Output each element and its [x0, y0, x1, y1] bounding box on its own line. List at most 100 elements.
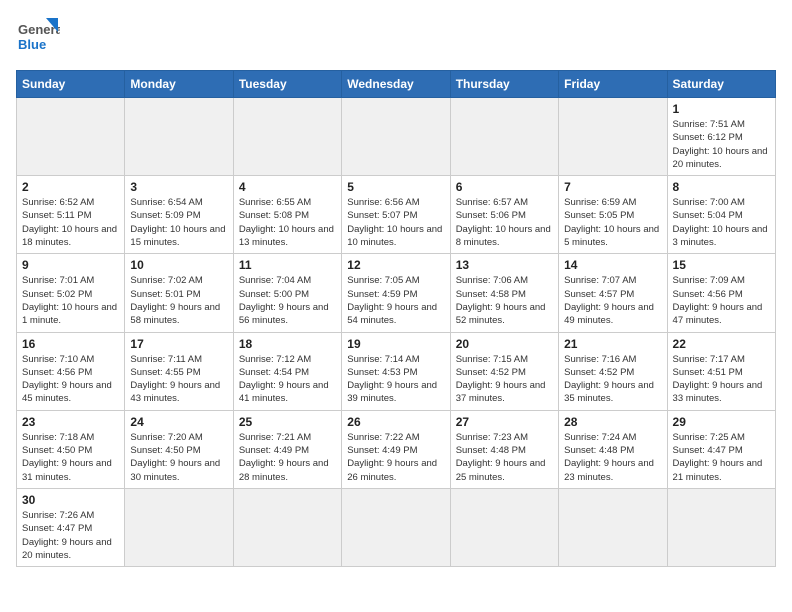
- calendar-day-cell: 24 Sunrise: 7:20 AM Sunset: 4:50 PM Dayli…: [125, 410, 233, 488]
- day-info: Sunrise: 7:22 AM Sunset: 4:49 PM Dayligh…: [347, 431, 444, 484]
- calendar-day-cell: 21Sunrise: 7:16 AM Sunset: 4:52 PM Dayli…: [559, 332, 667, 410]
- day-info: Sunrise: 6:59 AM Sunset: 5:05 PM Dayligh…: [564, 196, 661, 249]
- calendar-day-cell: 15 Sunrise: 7:09 AM Sunset: 4:56 PM Dayli…: [667, 254, 775, 332]
- calendar-day-cell: 14 Sunrise: 7:07 AM Sunset: 4:57 PM Dayli…: [559, 254, 667, 332]
- day-info: Sunrise: 7:07 AM Sunset: 4:57 PM Dayligh…: [564, 274, 661, 327]
- day-number: 4: [239, 180, 336, 194]
- calendar-day-cell: 18 Sunrise: 7:12 AM Sunset: 4:54 PM Dayli…: [233, 332, 341, 410]
- weekday-header: Friday: [559, 71, 667, 98]
- day-number: 12: [347, 258, 444, 272]
- calendar-day-cell: 22 Sunrise: 7:17 AM Sunset: 4:51 PM Dayli…: [667, 332, 775, 410]
- calendar-day-cell: 20 Sunrise: 7:15 AM Sunset: 4:52 PM Dayli…: [450, 332, 558, 410]
- day-number: 13: [456, 258, 553, 272]
- calendar-header-row: SundayMondayTuesdayWednesdayThursdayFrid…: [17, 71, 776, 98]
- calendar-day-cell: 4 Sunrise: 6:55 AM Sunset: 5:08 PM Daylig…: [233, 176, 341, 254]
- calendar-day-cell: 8 Sunrise: 7:00 AM Sunset: 5:04 PM Daylig…: [667, 176, 775, 254]
- day-info: Sunrise: 7:51 AM Sunset: 6:12 PM Dayligh…: [673, 118, 770, 171]
- day-number: 6: [456, 180, 553, 194]
- calendar-week-row: 2Sunrise: 6:52 AM Sunset: 5:11 PM Daylig…: [17, 176, 776, 254]
- day-info: Sunrise: 6:52 AM Sunset: 5:11 PM Dayligh…: [22, 196, 119, 249]
- day-number: 14: [564, 258, 661, 272]
- day-info: Sunrise: 7:02 AM Sunset: 5:01 PM Dayligh…: [130, 274, 227, 327]
- calendar-day-cell: 5Sunrise: 6:56 AM Sunset: 5:07 PM Daylig…: [342, 176, 450, 254]
- day-number: 10: [130, 258, 227, 272]
- day-info: Sunrise: 7:00 AM Sunset: 5:04 PM Dayligh…: [673, 196, 770, 249]
- day-info: Sunrise: 7:18 AM Sunset: 4:50 PM Dayligh…: [22, 431, 119, 484]
- day-info: Sunrise: 7:09 AM Sunset: 4:56 PM Dayligh…: [673, 274, 770, 327]
- day-info: Sunrise: 6:55 AM Sunset: 5:08 PM Dayligh…: [239, 196, 336, 249]
- calendar-day-cell: [342, 98, 450, 176]
- weekday-header: Thursday: [450, 71, 558, 98]
- day-info: Sunrise: 7:20 AM Sunset: 4:50 PM Dayligh…: [130, 431, 227, 484]
- calendar-day-cell: [450, 488, 558, 566]
- day-info: Sunrise: 7:26 AM Sunset: 4:47 PM Dayligh…: [22, 509, 119, 562]
- calendar-day-cell: 6 Sunrise: 6:57 AM Sunset: 5:06 PM Daylig…: [450, 176, 558, 254]
- weekday-header: Sunday: [17, 71, 125, 98]
- day-number: 25: [239, 415, 336, 429]
- calendar-day-cell: [342, 488, 450, 566]
- day-number: 30: [22, 493, 119, 507]
- svg-text:Blue: Blue: [18, 37, 46, 52]
- day-number: 7: [564, 180, 661, 194]
- day-info: Sunrise: 7:06 AM Sunset: 4:58 PM Dayligh…: [456, 274, 553, 327]
- day-number: 24: [130, 415, 227, 429]
- day-info: Sunrise: 7:17 AM Sunset: 4:51 PM Dayligh…: [673, 353, 770, 406]
- calendar-week-row: 16Sunrise: 7:10 AM Sunset: 4:56 PM Dayli…: [17, 332, 776, 410]
- calendar-day-cell: 7 Sunrise: 6:59 AM Sunset: 5:05 PM Daylig…: [559, 176, 667, 254]
- weekday-header: Wednesday: [342, 71, 450, 98]
- day-info: Sunrise: 7:10 AM Sunset: 4:56 PM Dayligh…: [22, 353, 119, 406]
- day-number: 29: [673, 415, 770, 429]
- weekday-header: Saturday: [667, 71, 775, 98]
- calendar-day-cell: [125, 98, 233, 176]
- calendar-day-cell: [125, 488, 233, 566]
- day-info: Sunrise: 7:11 AM Sunset: 4:55 PM Dayligh…: [130, 353, 227, 406]
- day-number: 17: [130, 337, 227, 351]
- page-header: General Blue: [16, 16, 776, 60]
- calendar-day-cell: [233, 98, 341, 176]
- calendar-day-cell: [233, 488, 341, 566]
- calendar-day-cell: 3 Sunrise: 6:54 AM Sunset: 5:09 PM Daylig…: [125, 176, 233, 254]
- calendar-day-cell: 1 Sunrise: 7:51 AM Sunset: 6:12 PM Daylig…: [667, 98, 775, 176]
- logo: General Blue: [16, 16, 60, 60]
- logo-svg: General Blue: [16, 16, 60, 60]
- calendar-day-cell: [559, 98, 667, 176]
- day-info: Sunrise: 6:57 AM Sunset: 5:06 PM Dayligh…: [456, 196, 553, 249]
- day-number: 21: [564, 337, 661, 351]
- calendar-day-cell: 26 Sunrise: 7:22 AM Sunset: 4:49 PM Dayli…: [342, 410, 450, 488]
- calendar-day-cell: 23 Sunrise: 7:18 AM Sunset: 4:50 PM Dayli…: [17, 410, 125, 488]
- day-info: Sunrise: 7:12 AM Sunset: 4:54 PM Dayligh…: [239, 353, 336, 406]
- calendar-day-cell: 28Sunrise: 7:24 AM Sunset: 4:48 PM Dayli…: [559, 410, 667, 488]
- day-number: 23: [22, 415, 119, 429]
- weekday-header: Tuesday: [233, 71, 341, 98]
- weekday-header: Monday: [125, 71, 233, 98]
- day-number: 8: [673, 180, 770, 194]
- day-number: 20: [456, 337, 553, 351]
- calendar-day-cell: 16Sunrise: 7:10 AM Sunset: 4:56 PM Dayli…: [17, 332, 125, 410]
- day-number: 19: [347, 337, 444, 351]
- day-info: Sunrise: 7:24 AM Sunset: 4:48 PM Dayligh…: [564, 431, 661, 484]
- day-number: 5: [347, 180, 444, 194]
- calendar-day-cell: 19 Sunrise: 7:14 AM Sunset: 4:53 PM Dayli…: [342, 332, 450, 410]
- day-number: 27: [456, 415, 553, 429]
- day-info: Sunrise: 7:05 AM Sunset: 4:59 PM Dayligh…: [347, 274, 444, 327]
- day-info: Sunrise: 7:15 AM Sunset: 4:52 PM Dayligh…: [456, 353, 553, 406]
- calendar-day-cell: 29Sunrise: 7:25 AM Sunset: 4:47 PM Dayli…: [667, 410, 775, 488]
- calendar-day-cell: [17, 98, 125, 176]
- calendar-day-cell: 30 Sunrise: 7:26 AM Sunset: 4:47 PM Dayli…: [17, 488, 125, 566]
- calendar-table: SundayMondayTuesdayWednesdayThursdayFrid…: [16, 70, 776, 567]
- day-info: Sunrise: 7:01 AM Sunset: 5:02 PM Dayligh…: [22, 274, 119, 327]
- calendar-day-cell: 11Sunrise: 7:04 AM Sunset: 5:00 PM Dayli…: [233, 254, 341, 332]
- day-number: 1: [673, 102, 770, 116]
- day-number: 26: [347, 415, 444, 429]
- day-number: 3: [130, 180, 227, 194]
- day-info: Sunrise: 7:14 AM Sunset: 4:53 PM Dayligh…: [347, 353, 444, 406]
- calendar-day-cell: 12 Sunrise: 7:05 AM Sunset: 4:59 PM Dayli…: [342, 254, 450, 332]
- day-number: 15: [673, 258, 770, 272]
- day-number: 18: [239, 337, 336, 351]
- calendar-day-cell: 17 Sunrise: 7:11 AM Sunset: 4:55 PM Dayli…: [125, 332, 233, 410]
- calendar-week-row: 23 Sunrise: 7:18 AM Sunset: 4:50 PM Dayli…: [17, 410, 776, 488]
- day-info: Sunrise: 6:54 AM Sunset: 5:09 PM Dayligh…: [130, 196, 227, 249]
- calendar-day-cell: [559, 488, 667, 566]
- day-number: 22: [673, 337, 770, 351]
- day-info: Sunrise: 7:23 AM Sunset: 4:48 PM Dayligh…: [456, 431, 553, 484]
